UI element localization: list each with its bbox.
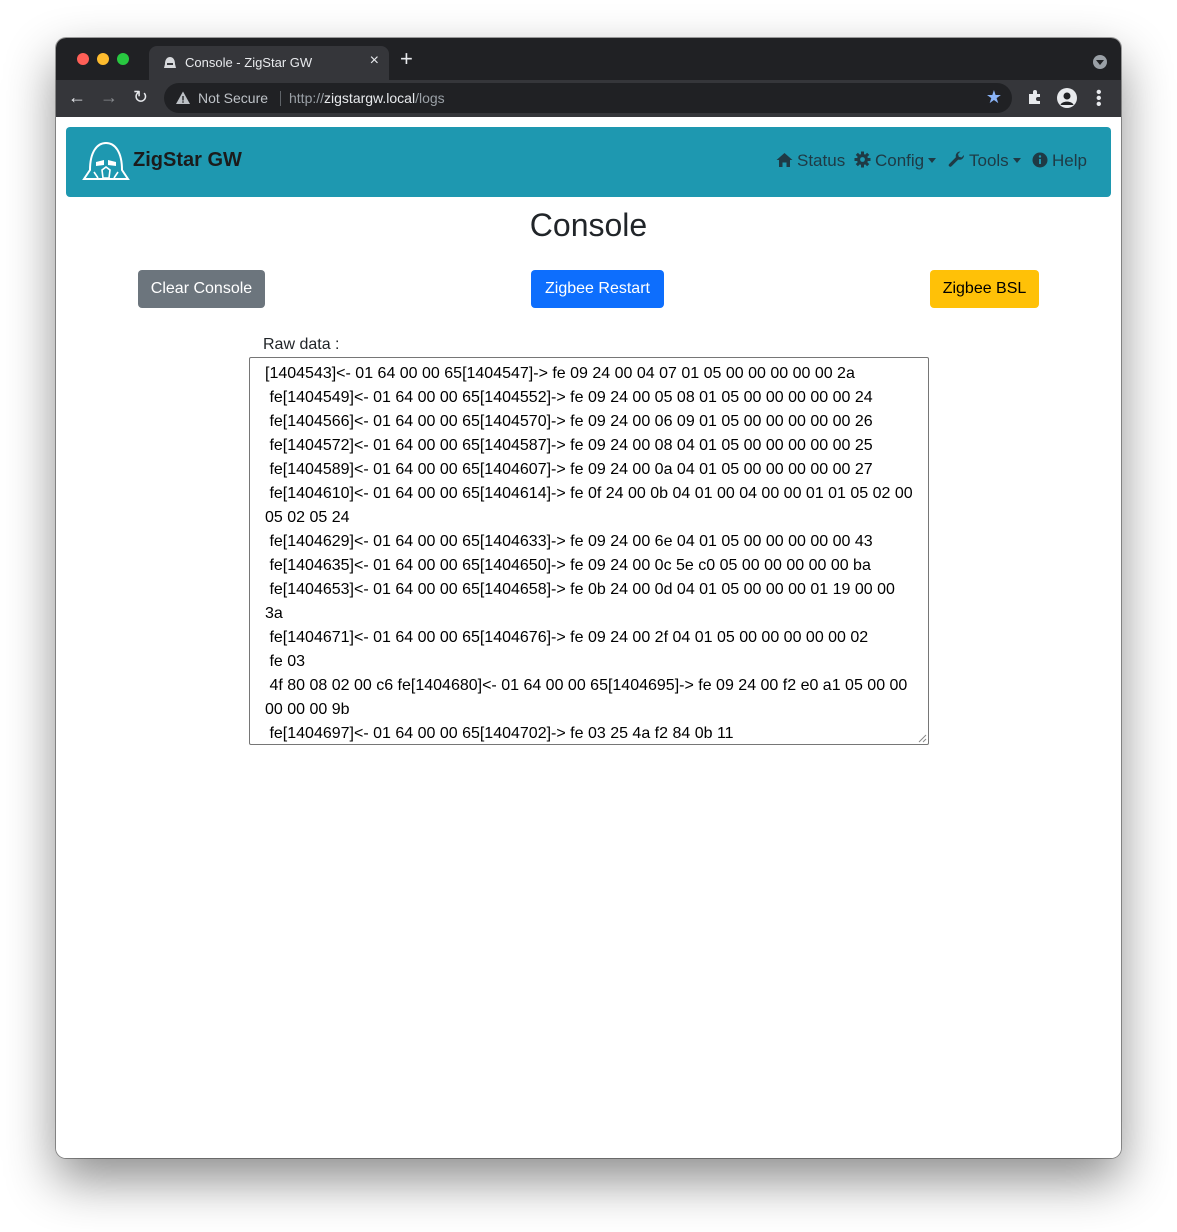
browser-window: Console - ZigStar GW × + ← → ↻ Not Secur… bbox=[56, 38, 1121, 1158]
zigbee-restart-button[interactable]: Zigbee Restart bbox=[531, 270, 664, 308]
console-log-text: [1404543]<- 01 64 00 00 65[1404547]-> fe… bbox=[265, 365, 913, 742]
browser-menu-icon[interactable]: • • • bbox=[1096, 85, 1102, 113]
zoom-window-button[interactable] bbox=[117, 53, 129, 65]
warning-icon bbox=[176, 91, 190, 104]
address-bar[interactable]: Not Secure http://zigstargw.local/logs ★ bbox=[164, 83, 1012, 113]
nav-config-dropdown[interactable]: Config bbox=[854, 151, 937, 171]
profile-avatar-icon[interactable] bbox=[1057, 88, 1077, 108]
browser-toolbar: ← → ↻ Not Secure http://zigstargw.local/… bbox=[56, 80, 1121, 117]
top-navbar: ZigStar GW Status Config Tools Help bbox=[66, 127, 1111, 197]
extensions-puzzle-icon[interactable] bbox=[1026, 88, 1044, 106]
security-label[interactable]: Not Secure bbox=[198, 90, 268, 106]
close-window-button[interactable] bbox=[77, 53, 89, 65]
raw-data-label: Raw data : bbox=[263, 336, 340, 353]
nav-status-label: Status bbox=[797, 151, 846, 170]
info-circle-icon bbox=[1032, 152, 1048, 168]
url-scheme: http:// bbox=[289, 90, 325, 106]
tab-search-icon[interactable] bbox=[1093, 55, 1107, 69]
url-path: /logs bbox=[415, 90, 445, 106]
nav-help-link[interactable]: Help bbox=[1032, 151, 1087, 171]
reload-icon[interactable]: ↻ bbox=[133, 86, 148, 108]
tab-strip: Console - ZigStar GW × + bbox=[56, 38, 1121, 80]
forward-arrow-icon[interactable]: → bbox=[100, 86, 118, 108]
nav-tools-dropdown[interactable]: Tools bbox=[948, 151, 1021, 171]
tab-title: Console - ZigStar GW bbox=[185, 55, 313, 70]
nav-status-link[interactable]: Status bbox=[776, 151, 845, 171]
tab-close-icon[interactable]: × bbox=[370, 52, 379, 70]
darth-vader-logo-icon[interactable] bbox=[82, 140, 130, 182]
minimize-window-button[interactable] bbox=[97, 53, 109, 65]
clear-console-button[interactable]: Clear Console bbox=[138, 270, 265, 308]
back-arrow-icon[interactable]: ← bbox=[68, 86, 86, 108]
new-tab-button[interactable]: + bbox=[400, 48, 413, 70]
url-host: zigstargw.local bbox=[324, 90, 416, 106]
zigbee-bsl-button[interactable]: Zigbee BSL bbox=[930, 270, 1039, 308]
gear-icon bbox=[854, 151, 871, 168]
url-text[interactable]: http://zigstargw.local/logs bbox=[289, 90, 445, 106]
nav-help-label: Help bbox=[1052, 151, 1087, 170]
brand-name[interactable]: ZigStar GW bbox=[133, 149, 242, 172]
page-content: ZigStar GW Status Config Tools Help Cons… bbox=[56, 117, 1121, 1158]
caret-down-icon bbox=[928, 158, 937, 163]
bookmark-star-icon[interactable]: ★ bbox=[986, 87, 1002, 108]
wrench-icon bbox=[948, 151, 965, 167]
console-log-textarea[interactable]: [1404543]<- 01 64 00 00 65[1404547]-> fe… bbox=[249, 357, 929, 745]
resize-grip-icon[interactable] bbox=[917, 733, 927, 743]
omnibox-divider bbox=[280, 91, 281, 106]
browser-tab[interactable]: Console - ZigStar GW × bbox=[149, 46, 389, 80]
home-icon bbox=[776, 153, 793, 167]
page-title: Console bbox=[529, 207, 648, 243]
nav-tools-label: Tools bbox=[969, 151, 1009, 170]
nav-config-label: Config bbox=[875, 151, 925, 170]
zigstar-favicon-icon bbox=[164, 57, 176, 68]
person-icon bbox=[1060, 92, 1074, 105]
caret-down-icon bbox=[1012, 158, 1021, 163]
